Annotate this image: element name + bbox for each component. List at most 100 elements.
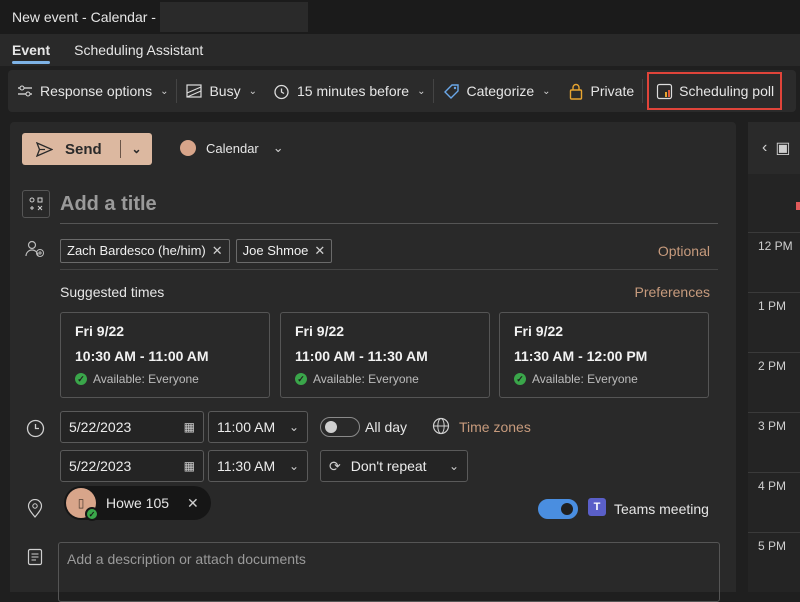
tab-scheduling-assistant[interactable]: Scheduling Assistant xyxy=(62,34,215,66)
toolbar-divider xyxy=(642,79,644,103)
suggested-time-card[interactable]: Fri 9/22 10:30 AM - 11:00 AM ✓ Available:… xyxy=(60,312,270,398)
suggestion-date: Fri 9/22 xyxy=(295,323,345,339)
busy-status-icon xyxy=(185,82,203,100)
check-icon: ✓ xyxy=(295,373,307,385)
remove-icon[interactable]: ✕ xyxy=(187,495,199,512)
chevron-left-icon[interactable]: ‹ xyxy=(762,139,767,157)
scheduling-poll-label: Scheduling poll xyxy=(679,83,775,99)
ribbon-toolbar: Response options ⌄ Busy ⌄ 15 minutes bef… xyxy=(8,70,796,112)
window-title: New event - Calendar - xyxy=(12,9,156,25)
notes-icon xyxy=(24,546,46,568)
attendee-name: Zach Bardesco (he/him) xyxy=(67,243,206,258)
suggestion-availability: ✓ Available: Everyone xyxy=(514,372,694,386)
poll-icon xyxy=(655,82,673,100)
start-time-field[interactable]: 11:00 AM ⌄ xyxy=(208,411,308,443)
chevron-down-icon: ⌄ xyxy=(248,85,257,97)
tab-event[interactable]: Event xyxy=(0,34,62,66)
attendee-chip[interactable]: Zach Bardesco (he/him) ✕ xyxy=(60,238,230,263)
suggested-times-label: Suggested times xyxy=(60,284,165,300)
title-bar: New event - Calendar - xyxy=(0,0,800,34)
optional-attendees-link[interactable]: Optional xyxy=(658,243,718,259)
calendar-icon[interactable]: ▦ xyxy=(184,459,195,473)
suggested-time-card[interactable]: Fri 9/22 11:00 AM - 11:30 AM ✓ Available:… xyxy=(280,312,490,398)
availability-text: Available: Everyone xyxy=(313,372,419,386)
title-input[interactable]: Add a title xyxy=(60,186,718,224)
private-label: Private xyxy=(590,83,635,99)
hour-slot: 1 PM xyxy=(748,292,800,352)
chevron-down-icon: ⌄ xyxy=(131,142,142,156)
teams-meeting-toggle[interactable] xyxy=(538,499,578,519)
location-name: Howe 105 xyxy=(106,495,170,511)
description-input[interactable]: Add a description or attach documents xyxy=(58,542,720,602)
alarm-clock-icon xyxy=(273,82,291,100)
repeat-value: Don't repeat xyxy=(350,458,427,474)
time-zones-link[interactable]: Time zones xyxy=(459,419,531,435)
chevron-down-icon: ⌄ xyxy=(417,85,426,97)
private-button[interactable]: Private xyxy=(559,70,643,112)
scheduling-poll-button[interactable]: Scheduling poll xyxy=(647,72,783,110)
reminder-button[interactable]: 15 minutes before ⌄ xyxy=(265,70,433,112)
chevron-down-icon: ⌄ xyxy=(160,85,169,97)
suggestion-time: 10:30 AM - 11:00 AM xyxy=(75,348,209,364)
day-view-header: ‹ ▣ xyxy=(748,122,800,174)
end-date-field[interactable]: 5/22/2023 ▦ xyxy=(60,450,204,482)
remove-icon[interactable]: ✕ xyxy=(314,243,325,259)
room-avatar: ▯ ✓ xyxy=(66,488,99,521)
suggestion-availability: ✓ Available: Everyone xyxy=(75,372,255,386)
suggestion-date: Fri 9/22 xyxy=(514,323,564,339)
hour-slot: 12 PM xyxy=(748,232,800,292)
calendar-picker[interactable]: Calendar ⌄ xyxy=(180,140,284,156)
chevron-down-icon: ⌄ xyxy=(288,420,299,434)
send-label: Send xyxy=(65,140,102,158)
send-button[interactable]: Send xyxy=(22,133,120,165)
start-date-field[interactable]: 5/22/2023 ▦ xyxy=(60,411,204,443)
chevron-down-icon: ⌄ xyxy=(272,140,284,155)
repeat-icon: ⟳ xyxy=(329,457,341,474)
end-time-value: 11:30 AM xyxy=(217,458,276,474)
suggestion-availability: ✓ Available: Everyone xyxy=(295,372,475,386)
busy-status-button[interactable]: Busy ⌄ xyxy=(177,70,265,112)
calendar-icon[interactable]: ▦ xyxy=(184,420,195,434)
calendar-color-dot xyxy=(180,140,196,156)
location-pin-icon xyxy=(24,497,46,519)
check-icon: ✓ xyxy=(75,373,87,385)
repeat-dropdown[interactable]: ⟳ Don't repeat ⌄ xyxy=(320,450,468,482)
attendees-field[interactable]: Zach Bardesco (he/him) ✕ Joe Shmoe ✕ Opt… xyxy=(60,232,718,270)
attendee-name: Joe Shmoe xyxy=(242,243,309,258)
reminder-label: 15 minutes before xyxy=(296,83,410,99)
all-day-toggle[interactable] xyxy=(320,417,360,437)
redacted-account xyxy=(159,2,308,32)
tag-icon xyxy=(442,82,460,100)
hour-slot: 3 PM xyxy=(748,412,800,472)
tab-bar: Event Scheduling Assistant xyxy=(0,34,800,66)
availability-text: Available: Everyone xyxy=(532,372,638,386)
check-icon: ✓ xyxy=(514,373,526,385)
response-options-button[interactable]: Response options ⌄ xyxy=(8,70,176,112)
teams-meeting-label: Teams meeting xyxy=(614,501,709,517)
categorize-button[interactable]: Categorize ⌄ xyxy=(434,70,558,112)
chevron-down-icon: ⌄ xyxy=(448,459,459,473)
location-chip[interactable]: ▯ ✓ Howe 105 ✕ xyxy=(64,486,211,521)
suggestion-time: 11:00 AM - 11:30 AM xyxy=(295,348,428,364)
event-form: Send ⌄ Calendar ⌄ Add a title Zach Barde… xyxy=(10,122,736,602)
toggle-knob xyxy=(325,421,337,433)
clock-icon xyxy=(24,417,46,439)
suggestion-date: Fri 9/22 xyxy=(75,323,125,339)
people-add-icon xyxy=(24,238,46,260)
send-options-dropdown[interactable]: ⌄ xyxy=(121,133,152,165)
preferences-link[interactable]: Preferences xyxy=(635,284,710,300)
suggested-time-card[interactable]: Fri 9/22 11:30 AM - 12:00 PM ✓ Available:… xyxy=(499,312,709,398)
chevron-down-icon: ⌄ xyxy=(542,85,551,97)
globe-icon xyxy=(432,417,450,440)
chevron-down-icon: ⌄ xyxy=(288,459,299,473)
attendee-chip[interactable]: Joe Shmoe ✕ xyxy=(235,238,333,263)
remove-icon[interactable]: ✕ xyxy=(212,243,223,259)
suggested-times-header: Suggested times Preferences xyxy=(60,284,710,300)
day-view-pane: ‹ ▣ 12 PM 1 PM 2 PM 3 PM 4 PM 5 PM xyxy=(748,122,800,592)
teams-icon: T xyxy=(588,498,606,516)
day-view-icon[interactable]: ▣ xyxy=(775,138,790,158)
available-check-icon: ✓ xyxy=(85,507,99,521)
suggestion-time: 11:30 AM - 12:00 PM xyxy=(514,348,648,364)
send-icon xyxy=(36,141,53,157)
end-time-field[interactable]: 11:30 AM ⌄ xyxy=(208,450,308,482)
